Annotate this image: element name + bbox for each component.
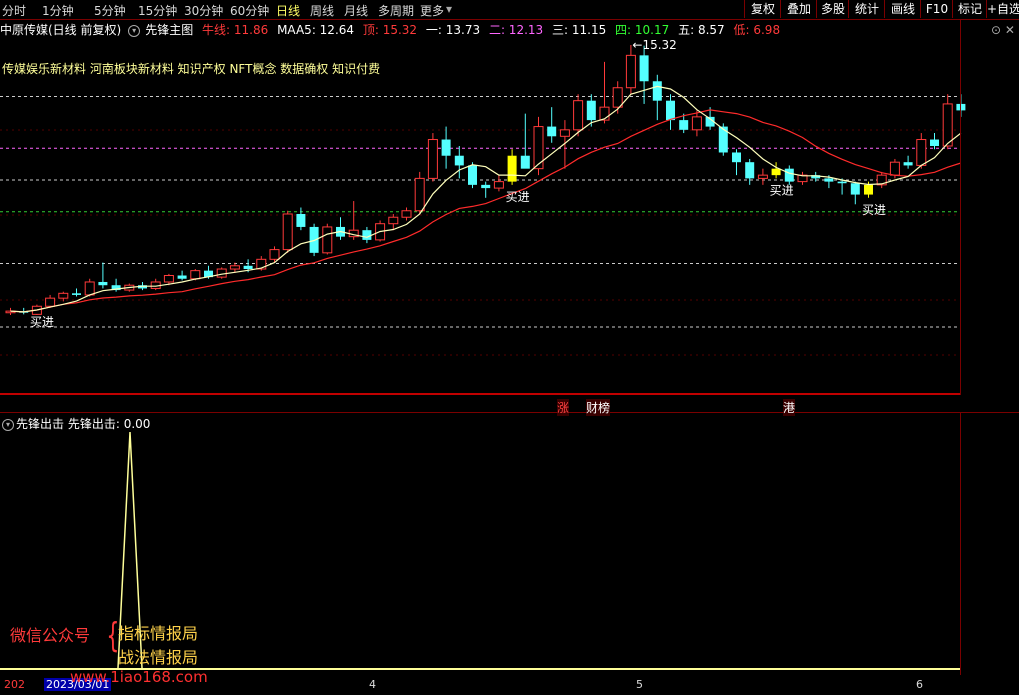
- candle-body: [864, 184, 873, 195]
- signal-name[interactable]: 先锋出击: [16, 417, 64, 431]
- candle-body: [454, 155, 464, 166]
- candle-body: [58, 292, 69, 299]
- candle-body: [666, 100, 675, 121]
- watermark: 微信公众号 { 指标情报局 战法情报局: [10, 616, 198, 667]
- candle-body: [216, 268, 227, 278]
- candle-body: [837, 181, 847, 184]
- candle-body: [296, 213, 306, 227]
- candle-body: [824, 178, 834, 182]
- candle-body: [903, 162, 913, 166]
- buy-signal-label: 买进: [770, 183, 794, 197]
- candle-body: [889, 161, 900, 176]
- candle-body: [652, 81, 662, 101]
- level-lines: [0, 95, 960, 356]
- candle-body: [691, 116, 702, 131]
- watermark-line1: 指标情报局: [118, 624, 199, 643]
- candle-body: [468, 165, 477, 185]
- candle-body: [84, 281, 95, 296]
- date-prefix: 202: [4, 678, 25, 691]
- candle-body: [547, 126, 557, 137]
- signal-dropdown-icon[interactable]: ▾: [2, 418, 14, 431]
- month-label-6: 6: [916, 678, 923, 691]
- candle-body: [784, 168, 794, 182]
- candle-body: [427, 139, 438, 179]
- month-label-4: 4: [369, 678, 376, 691]
- watermark-line2: 战法情报局: [118, 648, 199, 667]
- candle-body: [414, 177, 425, 212]
- kline-chart: 买进买进 买进买进←15.32: [0, 19, 1019, 675]
- candle-body: [163, 275, 174, 283]
- candle-body: [771, 168, 781, 176]
- candle-body: [243, 265, 253, 270]
- signal-value: 先锋出击: 0.00: [67, 417, 151, 431]
- signal-panel-title: ▾ 先锋出击 先锋出击: 0.00: [0, 415, 150, 432]
- candle-body: [177, 275, 187, 279]
- buy-signal-label: 买进: [30, 315, 54, 329]
- candle-body: [190, 270, 201, 280]
- event-zhang-tag[interactable]: 涨: [557, 399, 570, 416]
- candle-body: [520, 155, 530, 169]
- watermark-site: www.1iao168.com: [70, 668, 208, 686]
- candle-body: [282, 213, 293, 251]
- candle-body: [586, 100, 596, 121]
- candle-body: [757, 174, 768, 179]
- candle-body: [745, 162, 755, 179]
- candle-body: [679, 120, 689, 130]
- candle-body: [639, 55, 649, 82]
- moving-averages: [10, 85, 962, 313]
- event-gang-tag[interactable]: 港: [783, 399, 796, 416]
- candle-body: [930, 139, 939, 147]
- candle-body: [573, 100, 584, 131]
- candle-body: [481, 184, 491, 189]
- candle-body: [322, 226, 333, 254]
- candle-body: [493, 181, 504, 189]
- month-label-5: 5: [636, 678, 643, 691]
- event-caibang-tag[interactable]: 财榜: [586, 399, 611, 416]
- candle-body: [559, 129, 570, 137]
- buy-signal-label: 买进: [506, 190, 530, 204]
- candle-body: [850, 183, 860, 195]
- candle-body: [229, 265, 240, 270]
- candle-body: [732, 152, 741, 163]
- candle-body: [612, 87, 623, 108]
- candle-body: [45, 297, 56, 307]
- candle-body: [388, 216, 399, 225]
- candle-body: [401, 210, 412, 218]
- candle-body: [625, 54, 636, 89]
- sub-panel-right-border: [960, 412, 961, 675]
- candle-body: [269, 249, 280, 260]
- ma5-line: [10, 85, 962, 313]
- main-panel-right-border: [960, 19, 961, 395]
- candle-body: [441, 139, 451, 156]
- main-panel-bottom-border: [0, 393, 960, 395]
- candle-body: [362, 230, 372, 240]
- candles: [5, 45, 966, 315]
- candle-body: [98, 281, 108, 286]
- candle-body: [72, 293, 81, 295]
- buy-signal-label: 买进: [862, 203, 886, 217]
- sub-panel-top-border: [0, 412, 1019, 413]
- watermark-wechat: 微信公众号: [10, 626, 91, 645]
- candle-body: [942, 103, 953, 147]
- high-price-label: ←15.32: [632, 38, 676, 52]
- candle-body: [916, 139, 927, 166]
- candle-body: [718, 126, 728, 153]
- candle-body: [507, 155, 517, 182]
